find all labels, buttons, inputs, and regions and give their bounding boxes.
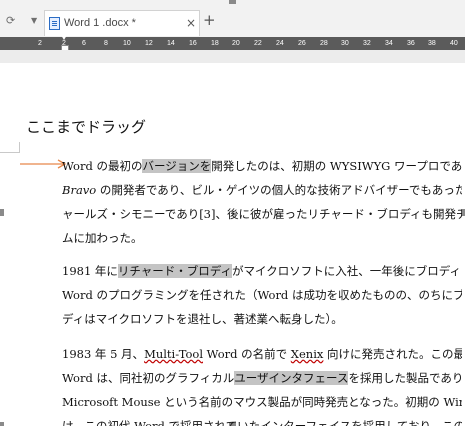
text-run: Word は、同社初のグラフィカル bbox=[62, 371, 235, 385]
arrow-icon bbox=[20, 159, 67, 169]
ruler-tick: 20 bbox=[232, 40, 240, 47]
text-line: Microsoft Mouse という名前のマウス製品が同時発売となった。初期の… bbox=[62, 395, 462, 409]
selected-text: バージョンを bbox=[142, 159, 212, 173]
tab-title: Word 1 .docx * bbox=[64, 17, 136, 29]
text-line: Word の最初のバージョンを開発したのは、初期の WYSIWYG ワープロであ… bbox=[62, 154, 462, 178]
text-line: ディはマイクロソフトを退社し、著述業へ転身した）。 bbox=[62, 312, 343, 326]
tab-bar: ⟳ ▼ Word 1 .docx * × + bbox=[0, 0, 465, 37]
text-run: 向けに発売された。この最初の bbox=[327, 347, 462, 361]
text-run: がマイクロソフトに入社、一年後にブロディは bbox=[232, 264, 462, 278]
ruler-tick: 32 bbox=[363, 40, 371, 47]
paragraph-1[interactable]: Word の最初のバージョンを開発したのは、初期の WYSIWYG ワープロであ… bbox=[62, 154, 462, 250]
paragraph-2[interactable]: 1981 年にリチャード・ブロディがマイクロソフトに入社、一年後にブロディは W… bbox=[62, 259, 462, 331]
page-corner-mark bbox=[19, 142, 20, 153]
text-run: 1983 年 5 月、 bbox=[62, 347, 145, 361]
drag-annotation-label: ここまでドラッグ bbox=[26, 118, 147, 136]
ruler-tick: 6 bbox=[82, 40, 86, 47]
left-bottom-handle[interactable] bbox=[0, 422, 4, 426]
top-resize-handle[interactable] bbox=[229, 0, 236, 4]
ruler-tick: 30 bbox=[341, 40, 349, 47]
ruler-tick: 38 bbox=[428, 40, 436, 47]
close-tab-icon[interactable]: × bbox=[186, 16, 196, 30]
ruler-tick: 28 bbox=[320, 40, 328, 47]
ruler-tick: 22 bbox=[254, 40, 262, 47]
ruler-tick: 14 bbox=[167, 40, 175, 47]
text-line: Word は、同社初のグラフィカルユーザインタフェースを採用した製品であり、 bbox=[62, 366, 462, 390]
ruler-tick: 12 bbox=[145, 40, 153, 47]
text-run: Word の名前で bbox=[203, 347, 291, 361]
text-line: ャールズ・シモニーであり[3]、後に彼が雇ったリチャード・ブロディも開発チー bbox=[62, 207, 462, 221]
first-line-indent-marker[interactable] bbox=[61, 35, 69, 53]
text-line: Bravo の開発者であり、ビル・ゲイツの個人的な技術アドバイザーでもあったチ bbox=[62, 178, 462, 202]
text-line: Word のプログラミングを任された（Word は成功を収めたものの、のちにブロ bbox=[62, 288, 462, 302]
text-run: 1981 年に bbox=[62, 264, 118, 278]
text-run: を採用した製品であり、 bbox=[348, 371, 462, 385]
text-line: け、この初代 Word で採用されていたインターフェイスを採用しており、この bbox=[62, 419, 462, 426]
ruler-tick: 2 bbox=[38, 40, 42, 47]
selected-text: リチャード・ブロディ bbox=[117, 264, 233, 278]
text-line: ムに加わった。 bbox=[62, 231, 143, 245]
document-tab[interactable]: Word 1 .docx * × bbox=[44, 10, 200, 36]
refresh-icon[interactable]: ⟳ bbox=[6, 15, 15, 26]
ruler-tick: 40 bbox=[450, 40, 458, 47]
page-corner-mark bbox=[0, 152, 20, 153]
ruler-tick: 34 bbox=[385, 40, 393, 47]
ruler-tick: 8 bbox=[104, 40, 108, 47]
new-tab-button[interactable]: + bbox=[203, 13, 216, 28]
text-run: Multi-Tool bbox=[144, 347, 203, 361]
ruler-tick: 26 bbox=[298, 40, 306, 47]
ruler-tick: 18 bbox=[211, 40, 219, 47]
ruler-tick: 10 bbox=[123, 40, 131, 47]
text-run: の開発者であり、ビル・ゲイツの個人的な技術アドバイザーでもあったチ bbox=[96, 183, 462, 197]
text-run: 開発したのは、初期の WYSIWYG ワープロである bbox=[211, 159, 462, 173]
ruler-tick: 24 bbox=[276, 40, 284, 47]
text-run: Bravo bbox=[62, 183, 97, 197]
text-line: 1981 年にリチャード・ブロディがマイクロソフトに入社、一年後にブロディは bbox=[62, 259, 462, 283]
tab-list-dropdown-icon[interactable]: ▼ bbox=[31, 17, 37, 25]
ruler-shadow-bar bbox=[0, 50, 465, 63]
ruler-tick: 36 bbox=[407, 40, 415, 47]
selected-text: ユーザインタフェース bbox=[234, 371, 349, 385]
left-resize-handle[interactable] bbox=[0, 209, 4, 216]
ruler-tick: 16 bbox=[189, 40, 197, 47]
text-run: Word の最初の bbox=[62, 159, 143, 173]
text-run: Xenix bbox=[290, 347, 324, 361]
text-line: 1983 年 5 月、Multi-Tool Word の名前で Xenix 向け… bbox=[62, 342, 462, 366]
horizontal-ruler[interactable]: 2 2 6 8 10 12 14 16 18 20 22 24 26 28 30… bbox=[0, 37, 465, 50]
word-document-icon bbox=[49, 17, 60, 30]
paragraph-3[interactable]: 1983 年 5 月、Multi-Tool Word の名前で Xenix 向け… bbox=[62, 342, 462, 426]
